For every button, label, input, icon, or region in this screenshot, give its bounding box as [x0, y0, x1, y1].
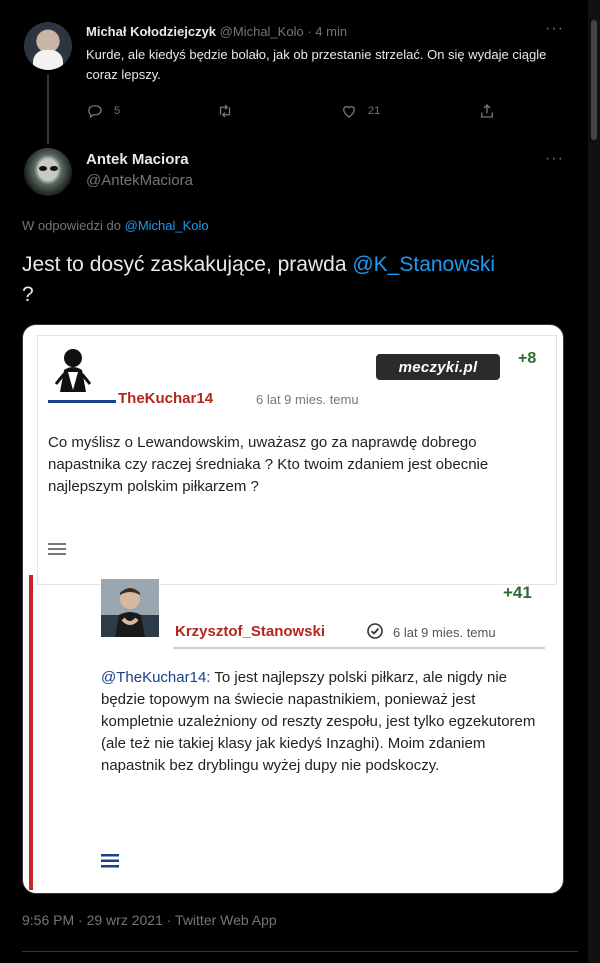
- avatar-eye: [50, 166, 58, 171]
- retweet-button[interactable]: [216, 102, 244, 120]
- comment-card: TheKuchar14 6 lat 9 mies. temu meczyki.p…: [37, 335, 557, 585]
- tweet-actions: 5 21: [86, 102, 516, 124]
- mention-link[interactable]: @K_Stanowski: [352, 253, 495, 276]
- menu-icon: [48, 543, 66, 555]
- user-avatar: [101, 579, 159, 637]
- reply-tweet[interactable]: Michał Kołodziejczyk @Michal_Kolo · 4 mi…: [0, 0, 600, 144]
- divider: [22, 951, 578, 952]
- comment-card: +41 Krzysztof_Stanowski 6 lat 9 mies. te…: [97, 575, 547, 887]
- reply-indent-bar: [29, 575, 33, 890]
- tweet-timestamp[interactable]: 9:56 PM · 29 wrz 2021 · Twitter Web App: [22, 912, 277, 928]
- comment-time: 6 lat 9 mies. temu: [393, 625, 496, 640]
- more-icon[interactable]: ···: [545, 20, 564, 38]
- more-icon[interactable]: ···: [545, 150, 564, 168]
- comment-mention: @TheKuchar14:: [101, 669, 211, 686]
- share-button[interactable]: [478, 102, 506, 120]
- tweet-time[interactable]: 4 min: [315, 24, 347, 39]
- author-name[interactable]: Antek Maciora: [86, 151, 189, 168]
- author-handle[interactable]: @AntekMaciora: [86, 172, 193, 189]
- comment-username: Krzysztof_Stanowski: [175, 623, 326, 640]
- user-avatar: [54, 349, 92, 392]
- tweet-text-body: Jest to dosyć zaskakujące, prawda: [22, 253, 353, 276]
- avatar[interactable]: [24, 22, 72, 70]
- like-button[interactable]: 21: [340, 102, 380, 120]
- reply-tweet-header: Michał Kołodziejczyk @Michal_Kolo · 4 mi…: [86, 24, 347, 39]
- reply-button[interactable]: 5: [86, 102, 120, 120]
- verified-icon: [367, 623, 383, 639]
- comment-username: TheKuchar14: [118, 390, 214, 407]
- replying-to-link[interactable]: @Michal_Kolo: [125, 218, 209, 233]
- retweet-icon: [219, 104, 231, 118]
- tweet-text: Jest to dosyć zaskakujące, prawda @K_Sta…: [22, 250, 582, 310]
- thread-line: [47, 74, 49, 144]
- tweet-text: Kurde, ale kiedyś będzie bolało, jak ob …: [86, 47, 547, 82]
- like-count: 21: [368, 105, 381, 117]
- avatar[interactable]: [24, 148, 72, 196]
- menu-icon: [101, 854, 119, 868]
- tweet-text-end: ?: [22, 283, 34, 306]
- avatar-eye: [39, 166, 47, 171]
- user-underline: [173, 647, 545, 649]
- separator-dot: ·: [307, 24, 312, 39]
- share-icon: [481, 104, 493, 118]
- page-scrollbar[interactable]: [588, 0, 600, 963]
- author-handle[interactable]: @Michal_Kolo: [220, 24, 304, 39]
- author-name[interactable]: Michał Kołodziejczyk: [86, 24, 216, 39]
- comment-text: @TheKuchar14: To jest najlepszy polski p…: [101, 667, 541, 777]
- comment-score: +8: [518, 350, 537, 367]
- replying-to-label: W odpowiedzi do: [22, 218, 125, 233]
- scrollbar-thumb[interactable]: [591, 20, 597, 140]
- tweet-media-image[interactable]: TheKuchar14 6 lat 9 mies. temu meczyki.p…: [22, 324, 564, 894]
- comment-text: Co myślisz o Lewandowskim, uważasz go za…: [48, 434, 489, 495]
- reply-count: 5: [114, 105, 121, 117]
- comment-time: 6 lat 9 mies. temu: [256, 392, 359, 407]
- user-underline: [48, 400, 116, 403]
- reply-icon: [88, 105, 102, 119]
- replying-to: W odpowiedzi do @Michal_Kolo: [22, 218, 209, 233]
- site-logo: meczyki.pl: [376, 354, 500, 380]
- comment-score: +41: [503, 583, 532, 602]
- heart-icon: [343, 105, 355, 118]
